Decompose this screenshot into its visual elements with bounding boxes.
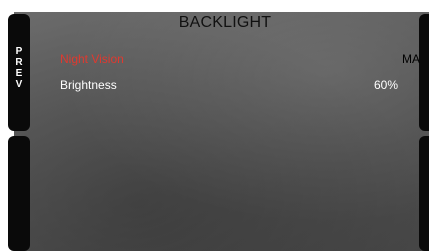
prev-letter: P (15, 46, 23, 57)
menu-item-value: MA (402, 52, 420, 66)
right-bottom-softkey[interactable] (419, 136, 429, 251)
menu-item-value: 60% (374, 78, 399, 92)
display-screen (14, 12, 429, 251)
page-title: BACKLIGHT (178, 14, 272, 31)
prev-letter: E (15, 68, 23, 79)
prev-label: P R E V (8, 46, 30, 90)
menu-item-label: Night Vision (60, 52, 124, 66)
prev-letter: R (15, 57, 23, 68)
left-bottom-softkey[interactable] (8, 136, 30, 251)
prev-letter: V (15, 79, 23, 90)
menu-item-label: Brightness (60, 78, 117, 92)
